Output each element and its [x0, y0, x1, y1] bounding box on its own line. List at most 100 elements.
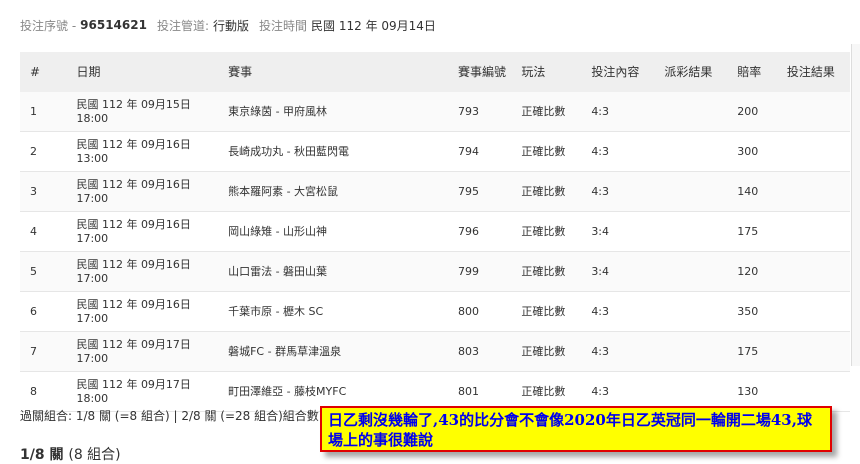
- row-match: 熊本羅阿素 - 大宮松鼠: [222, 171, 452, 212]
- section-title-main: 1/8 關: [20, 447, 64, 463]
- column-header-play-type: 玩法: [521, 65, 546, 79]
- row-bet-outcome: [780, 251, 850, 292]
- row-date: 民國 112 年 09月17日 18:00: [70, 371, 223, 412]
- row-date: 民國 112 年 09月16日 17:00: [70, 171, 223, 212]
- column-header-match-code: 賽事編號: [458, 65, 507, 79]
- row-date-day: 民國 112 年 09月17日: [76, 377, 191, 391]
- row-date-day: 民國 112 年 09月16日: [76, 217, 191, 231]
- time-label: 投注時間: [259, 18, 308, 33]
- row-payout-result: [658, 211, 732, 252]
- row-bet-outcome: [780, 171, 850, 212]
- row-play-type: 正確比數: [515, 211, 586, 252]
- row-bet-content: 3:4: [585, 211, 659, 252]
- scrollbar[interactable]: [851, 44, 860, 366]
- row-match-code: 795: [452, 171, 516, 212]
- row-bet-outcome: [780, 331, 850, 372]
- column-header-bet-content: 投注內容: [591, 65, 640, 79]
- row-number: 8: [20, 371, 71, 412]
- table-row: 7 民國 112 年 09月17日 17:00 磐城FC - 群馬草津溫泉 803 正確比…: [20, 331, 850, 372]
- row-odds: 175: [731, 331, 781, 372]
- row-bet-outcome: [780, 131, 850, 172]
- row-date: 民國 112 年 09月16日 17:00: [70, 211, 223, 252]
- table-row: 4 民國 112 年 09月16日 17:00 岡山綠雉 - 山形山神 796 正確比數 3…: [20, 211, 850, 252]
- table-header-row: # 日期 賽事 賽事編號 玩法 投注內容 派彩結果 賠率 投注結果: [20, 52, 850, 92]
- row-match-code: 803: [452, 331, 516, 372]
- row-odds: 140: [731, 171, 781, 212]
- row-bet-outcome: [780, 211, 850, 252]
- row-bet-content: 4:3: [585, 131, 659, 172]
- row-match: 千葉市原 - 櫪木 SC: [222, 291, 452, 332]
- row-odds: 175: [731, 211, 781, 252]
- row-play-type: 正確比數: [515, 251, 586, 292]
- column-header-bet-outcome: 投注結果: [786, 65, 835, 79]
- column-header-match: 賽事: [228, 65, 253, 79]
- table-row: 6 民國 112 年 09月16日 17:00 千葉市原 - 櫪木 SC 800 正確比數…: [20, 291, 850, 332]
- serial-label: 投注序號 -: [20, 18, 77, 33]
- serial-value: 96514621: [80, 18, 147, 32]
- row-play-type: 正確比數: [515, 331, 586, 372]
- row-match-code: 793: [452, 92, 516, 132]
- row-number: 2: [20, 131, 71, 172]
- row-play-type: 正確比數: [515, 92, 586, 132]
- row-date-day: 民國 112 年 09月16日: [76, 297, 191, 311]
- row-date-time: 17:00: [76, 191, 109, 205]
- row-odds: 300: [731, 131, 781, 172]
- row-payout-result: [658, 131, 732, 172]
- row-number: 1: [20, 92, 71, 132]
- row-date-time: 17:00: [76, 351, 109, 365]
- row-date-time: 18:00: [76, 111, 109, 125]
- column-header-date: 日期: [76, 65, 101, 79]
- table-row: 5 民國 112 年 09月16日 17:00 山口雷法 - 磐田山葉 799 正確比數 3…: [20, 251, 850, 292]
- row-date: 民國 112 年 09月16日 17:00: [70, 251, 223, 292]
- row-date-time: 13:00: [76, 151, 109, 165]
- row-date: 民國 112 年 09月16日 13:00: [70, 131, 223, 172]
- channel-value: 行動版: [213, 18, 250, 33]
- parlay-summary: 過關組合: 1/8 關 (=8 組合) | 2/8 關 (=28 組合)組合數:…: [20, 409, 342, 423]
- row-number: 4: [20, 211, 71, 252]
- channel-label: 投注管道:: [156, 18, 209, 33]
- row-number: 3: [20, 171, 71, 212]
- row-match: 東京綠茵 - 甲府風林: [222, 92, 452, 132]
- row-bet-content: 4:3: [585, 92, 659, 132]
- row-payout-result: [658, 171, 732, 212]
- row-match-code: 796: [452, 211, 516, 252]
- section-title-sub: (8 組合): [68, 447, 121, 463]
- row-date: 民國 112 年 09月17日 17:00: [70, 331, 223, 372]
- row-match: 磐城FC - 群馬草津溫泉: [222, 331, 452, 372]
- row-date-time: 18:00: [76, 391, 109, 405]
- row-match-code: 800: [452, 291, 516, 332]
- row-number: 6: [20, 291, 71, 332]
- row-number: 5: [20, 251, 71, 292]
- column-header-number: #: [30, 65, 41, 79]
- row-date: 民國 112 年 09月16日 17:00: [70, 291, 223, 332]
- row-bet-content: 4:3: [585, 171, 659, 212]
- row-date-day: 民國 112 年 09月17日: [76, 337, 191, 351]
- row-date-time: 17:00: [76, 231, 109, 245]
- row-date-day: 民國 112 年 09月16日: [76, 177, 191, 191]
- table-row: 2 民國 112 年 09月16日 13:00 長崎成功丸 - 秋田藍閃電 794 正確比…: [20, 131, 850, 172]
- column-header-odds: 賠率: [737, 65, 762, 79]
- bet-table-body: 1 民國 112 年 09月15日 18:00 東京綠茵 - 甲府風林 793 正確比數 4…: [20, 92, 850, 412]
- row-bet-content: 4:3: [585, 291, 659, 332]
- row-number: 7: [20, 331, 71, 372]
- row-play-type: 正確比數: [515, 291, 586, 332]
- table-row: 1 民國 112 年 09月15日 18:00 東京綠茵 - 甲府風林 793 正確比數 4…: [20, 92, 850, 132]
- row-date-time: 17:00: [76, 311, 109, 325]
- bet-table: # 日期 賽事 賽事編號 玩法 投注內容 派彩結果 賠率 投注結果 1 民國 11…: [20, 52, 850, 412]
- row-date: 民國 112 年 09月15日 18:00: [70, 92, 223, 132]
- row-play-type: 正確比數: [515, 131, 586, 172]
- row-payout-result: [658, 92, 732, 132]
- row-match-code: 799: [452, 251, 516, 292]
- row-date-day: 民國 112 年 09月16日: [76, 137, 191, 151]
- row-match-code: 794: [452, 131, 516, 172]
- row-bet-outcome: [780, 291, 850, 332]
- annotation-callout: 日乙剩沒幾輪了,43的比分會不會像2020年日乙英冠同一輪開二場43,球場上的事…: [320, 406, 832, 452]
- row-payout-result: [658, 331, 732, 372]
- row-date-time: 17:00: [76, 271, 109, 285]
- table-row: 3 民國 112 年 09月16日 17:00 熊本羅阿素 - 大宮松鼠 795 正確比數…: [20, 171, 850, 212]
- row-bet-content: 4:3: [585, 331, 659, 372]
- row-odds: 200: [731, 92, 781, 132]
- column-header-payout-result: 派彩結果: [664, 65, 713, 79]
- row-payout-result: [658, 251, 732, 292]
- section-title: 1/8 關 (8 組合): [20, 444, 121, 464]
